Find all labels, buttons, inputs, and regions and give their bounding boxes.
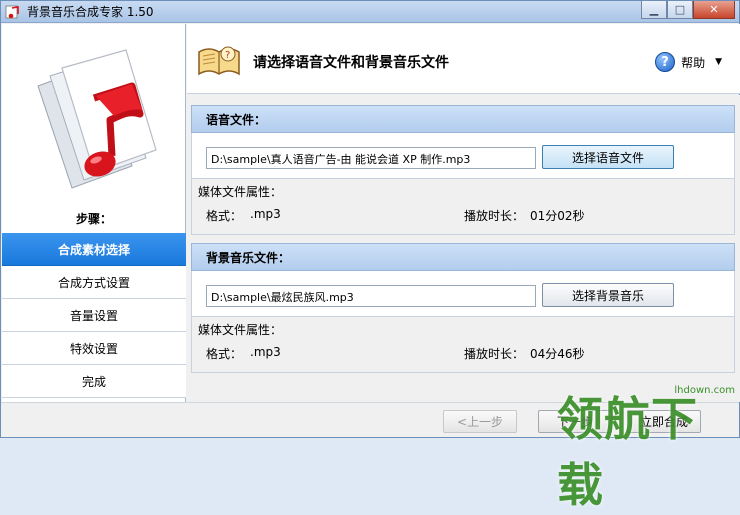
app-window: 背景音乐合成专家 1.50 ▁ □ ✕ 步骤： 合成素材选择 合成方式设置 音量… [0, 0, 740, 512]
voice-format-value: .mp3 [250, 207, 281, 221]
voice-file-heading: 语音文件： [191, 105, 735, 133]
maximize-icon: □ [674, 3, 686, 16]
voice-format-label: 格式： [206, 209, 243, 223]
minimize-button[interactable]: ▁ [641, 1, 667, 19]
window-controls: ▁ □ ✕ [641, 1, 735, 19]
window-title: 背景音乐合成专家 1.50 [27, 5, 154, 19]
step-volume[interactable]: 音量设置 [2, 299, 186, 332]
app-icon [5, 4, 21, 20]
music-file-path-field[interactable]: D:\sample\最炫民族风.mp3 [206, 285, 536, 307]
watermark: 领航下载 lhdown.com [557, 381, 740, 512]
voice-file-section: 语音文件： D:\sample\真人语音广告-由 能说会道 XP 制作.mp3 … [191, 105, 735, 235]
voice-duration-value: 01分02秒 [530, 209, 585, 223]
music-format-value: .mp3 [250, 345, 281, 359]
voice-duration-label: 播放时长： [464, 209, 525, 223]
voice-file-path-field[interactable]: D:\sample\真人语音广告-由 能说会道 XP 制作.mp3 [206, 147, 536, 169]
watermark-text: 领航下载 [557, 392, 698, 512]
voice-attr-title: 媒体文件属性： [198, 185, 283, 199]
chevron-down-icon: ▼ [715, 57, 722, 67]
page-header: ? 请选择语音文件和背景音乐文件 ? 帮助 ▼ [187, 24, 740, 94]
steps-label: 步骤： [75, 212, 112, 226]
music-file-heading: 背景音乐文件： [191, 243, 735, 271]
maximize-button[interactable]: □ [667, 1, 693, 19]
step-finish[interactable]: 完成 [2, 365, 186, 398]
voice-file-body: D:\sample\真人语音广告-由 能说会道 XP 制作.mp3 选择语音文件 [191, 133, 735, 179]
step-mix-mode[interactable]: 合成方式设置 [2, 266, 186, 299]
select-voice-file-button[interactable]: 选择语音文件 [542, 145, 674, 169]
music-media-properties: 媒体文件属性： 格式： .mp3 播放时长： 04分46秒 [191, 317, 735, 373]
minimize-icon: ▁ [649, 3, 659, 16]
music-attr-title: 媒体文件属性： [198, 323, 283, 337]
close-button[interactable]: ✕ [693, 1, 735, 19]
book-icon: ? [197, 42, 241, 78]
prev-button[interactable]: <上一步 [443, 410, 517, 433]
music-duration-value: 04分46秒 [530, 347, 585, 361]
main-content: 语音文件： D:\sample\真人语音广告-由 能说会道 XP 制作.mp3 … [187, 95, 740, 402]
svg-text:?: ? [225, 50, 230, 61]
step-effects[interactable]: 特效设置 [2, 332, 186, 365]
step-material-selection[interactable]: 合成素材选择 [2, 233, 186, 266]
help-icon: ? [655, 52, 676, 72]
help-label: 帮助 [681, 55, 706, 70]
select-music-file-button[interactable]: 选择背景音乐 [542, 283, 674, 307]
music-note-logo-icon [28, 46, 166, 204]
music-file-body: D:\sample\最炫民族风.mp3 选择背景音乐 [191, 271, 735, 317]
title-bar[interactable]: 背景音乐合成专家 1.50 ▁ □ ✕ [1, 1, 739, 23]
steps-list: 合成素材选择 合成方式设置 音量设置 特效设置 完成 [2, 233, 186, 398]
sidebar: 步骤： 合成素材选择 合成方式设置 音量设置 特效设置 完成 [2, 24, 186, 402]
page-title: 请选择语音文件和背景音乐文件 [253, 55, 449, 71]
music-format-label: 格式： [206, 347, 243, 361]
watermark-url: lhdown.com [674, 385, 735, 396]
voice-media-properties: 媒体文件属性： 格式： .mp3 播放时长： 01分02秒 [191, 179, 735, 235]
music-duration-label: 播放时长： [464, 347, 525, 361]
music-file-section: 背景音乐文件： D:\sample\最炫民族风.mp3 选择背景音乐 媒体文件属… [191, 243, 735, 373]
close-icon: ✕ [709, 3, 719, 16]
help-menu[interactable]: ? 帮助 ▼ [655, 52, 722, 72]
